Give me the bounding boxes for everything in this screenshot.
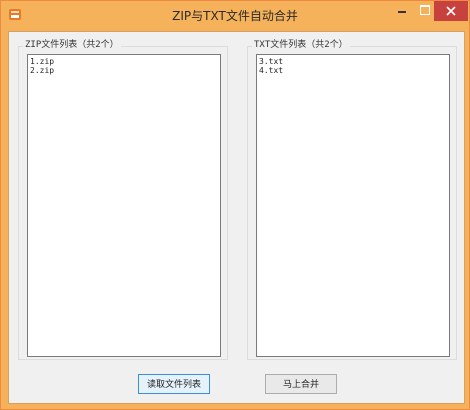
merge-now-button[interactable]: 马上合并	[265, 374, 337, 394]
client-area: ZIP文件列表（共2个） 1.zip 2.zip TXT文件列表（共2个） 3.t…	[8, 31, 465, 404]
maximize-icon	[420, 5, 430, 15]
minimize-button[interactable]	[389, 1, 415, 21]
title-bar[interactable]: ZIP与TXT文件自动合并	[1, 1, 469, 31]
zip-file-group: ZIP文件列表（共2个） 1.zip 2.zip	[18, 39, 228, 360]
zip-list-items: 1.zip 2.zip	[28, 55, 220, 75]
txt-list-items: 3.txt 4.txt	[257, 55, 449, 75]
txt-file-list[interactable]: 3.txt 4.txt	[256, 54, 450, 357]
minimize-icon	[398, 11, 406, 13]
txt-group-legend: TXT文件列表（共2个）	[252, 39, 350, 52]
zip-file-list[interactable]: 1.zip 2.zip	[27, 54, 221, 357]
close-icon	[446, 6, 456, 16]
app-window: ZIP与TXT文件自动合并 ZIP文件列表（共2个） 1.zip 2.zip TX…	[0, 0, 470, 410]
txt-file-group: TXT文件列表（共2个） 3.txt 4.txt	[247, 39, 457, 360]
list-item[interactable]: 4.txt	[257, 66, 449, 75]
list-item[interactable]: 1.zip	[28, 57, 220, 66]
list-item[interactable]: 2.zip	[28, 66, 220, 75]
read-file-list-button[interactable]: 读取文件列表	[138, 374, 210, 394]
maximize-button[interactable]	[415, 1, 435, 21]
close-button[interactable]	[434, 1, 468, 21]
zip-group-legend: ZIP文件列表（共2个）	[23, 39, 121, 52]
list-item[interactable]: 3.txt	[257, 57, 449, 66]
